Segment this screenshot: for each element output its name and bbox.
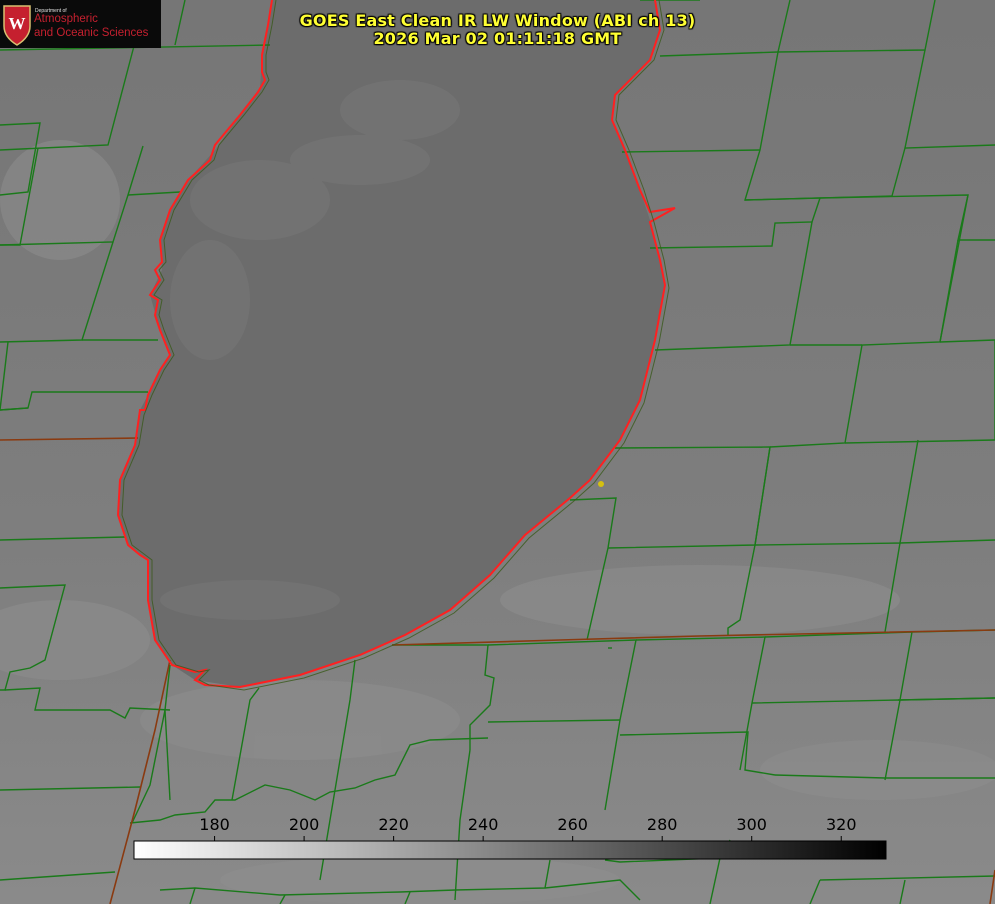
colorbar-tick-label: 180 [199, 815, 230, 834]
colorbar-tick-label: 320 [825, 815, 857, 834]
logo-line2: and Oceanic Sciences [34, 27, 149, 39]
logo-line1: Atmospheric [34, 13, 98, 25]
colorbar-tick-label: 240 [467, 815, 499, 834]
satellite-map: 180 200 220 240 260 280 300 320 GOES East Clean… [0, 0, 995, 904]
station-marker [598, 481, 604, 487]
colorbar-tick-label: 300 [736, 815, 767, 834]
colorbar-tick-label: 280 [646, 815, 678, 834]
colorbar-tick-label: 200 [288, 815, 320, 834]
ir-image [0, 0, 995, 904]
colorbar-gradient [133, 840, 887, 860]
department-logo[interactable]: W Department of Atmospheric and Oceanic … [0, 0, 161, 48]
svg-text:W: W [9, 14, 26, 33]
colorbar-tick-label: 260 [557, 815, 588, 834]
colorbar-tick-label: 220 [378, 815, 409, 834]
uw-crest-icon: W [3, 5, 31, 46]
